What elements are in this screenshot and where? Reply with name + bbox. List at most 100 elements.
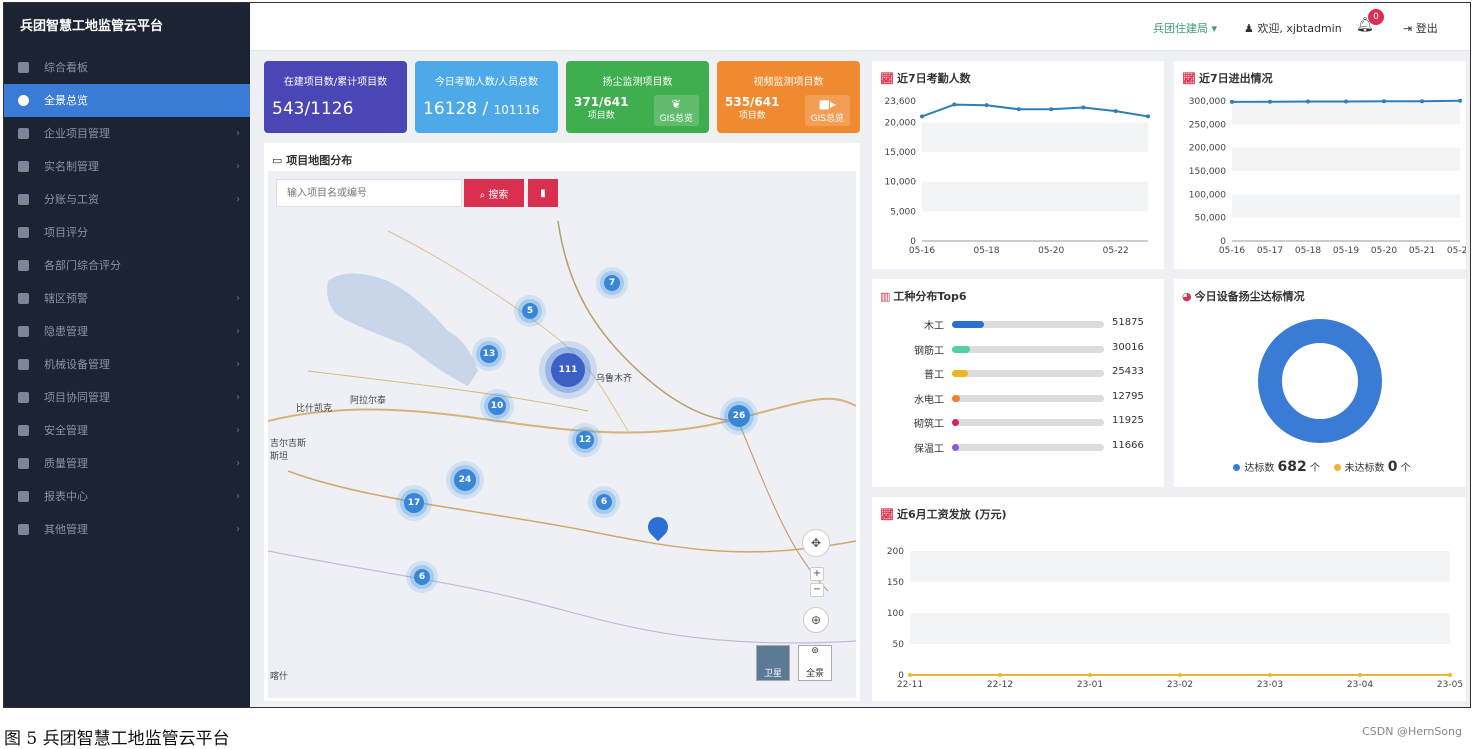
sidebar-item[interactable]: 全景总览 xyxy=(4,84,250,117)
chevron-right-icon: › xyxy=(236,359,240,370)
panel-title-text: 工种分布Top6 xyxy=(893,290,967,303)
card-title: 在建项目数/累计项目数 xyxy=(283,77,388,88)
sidebar-item-label: 企业项目管理 xyxy=(44,127,110,140)
sidebar-item[interactable]: 企业项目管理 › xyxy=(4,117,250,150)
sidebar-item[interactable]: 实名制管理 › xyxy=(4,150,250,183)
sidebar-item[interactable]: 隐患管理 › xyxy=(4,315,250,348)
satellite-view-button[interactable]: 卫星 xyxy=(756,645,790,681)
place-label: 乌鲁木齐 xyxy=(596,374,633,384)
bar-fill xyxy=(952,370,968,377)
data-point xyxy=(1306,99,1310,104)
legend-label: 未达标数 xyxy=(1344,463,1385,474)
grid-band xyxy=(1232,101,1460,125)
bar-label: 钢筋工 xyxy=(914,345,944,357)
road-line xyxy=(268,550,856,644)
attendance-chart: 05,00010,00015,00020,00023,60005-16 05-18… xyxy=(885,97,1150,256)
card-value: 543/1126 xyxy=(272,99,354,119)
credit-text: CSDN @HernSong xyxy=(1362,725,1462,738)
legend-dot xyxy=(1333,464,1341,471)
sidebar-item[interactable]: 机械设备管理 › xyxy=(4,348,250,381)
sidebar-item[interactable]: 其他管理 › xyxy=(4,513,250,546)
x-tick-label: 05-18 xyxy=(973,246,999,256)
chevron-right-icon: › xyxy=(236,161,240,172)
gis-label: GIS总览 xyxy=(659,114,693,124)
menu-icon xyxy=(18,392,29,403)
map-title: ▭ 项目地图分布 xyxy=(272,152,352,168)
wages-chart-panel: 📈︎ 近6月工资发放 (万元) 0 50 100 150 200 22-11 22-12 23-… xyxy=(872,497,1466,701)
x-tick-label: 23-02 xyxy=(1167,680,1193,690)
card-video-monitor[interactable]: 视频监测项目数 535/641 项目数 ■▸ GIS总览 xyxy=(717,61,860,133)
x-tick-label: 05-19 xyxy=(1333,246,1359,256)
dust-legend: 达标数 682 个 未达标数 0 个 xyxy=(1174,459,1466,475)
cluster-marker[interactable]: 111 xyxy=(551,353,585,387)
menu-icon xyxy=(18,227,29,238)
bar-row: 木工 51875 xyxy=(872,317,1164,333)
cluster-marker[interactable]: 12 xyxy=(576,431,594,449)
x-tick-label: 23-04 xyxy=(1347,680,1373,690)
dust-chart-panel: ◕ 今日设备扬尘达标情况 达标数 682 个 未达标数 0 个 xyxy=(1174,279,1466,487)
logout-label: 登出 xyxy=(1415,22,1438,35)
grid-band xyxy=(922,181,1148,212)
card-attendance[interactable]: 今日考勤人数/人员总数 16128 / 101116 xyxy=(415,61,558,133)
cluster-marker[interactable]: 6 xyxy=(596,494,612,510)
bar-fill xyxy=(952,321,984,328)
bar-track xyxy=(952,394,1104,402)
sidebar-item[interactable]: 分账与工资 › xyxy=(4,183,250,216)
data-point xyxy=(1178,673,1182,677)
card-dust-monitor[interactable]: 扬尘监测项目数 371/641 项目数 ❦ GIS总览 xyxy=(566,61,709,133)
zoom-out-button[interactable]: − xyxy=(810,583,824,597)
data-point xyxy=(998,673,1002,677)
card-title: 扬尘监测项目数 xyxy=(602,77,673,88)
map-search-input[interactable] xyxy=(276,179,462,207)
bar-fill xyxy=(952,394,960,402)
pan-control-icon[interactable]: ✥ xyxy=(802,529,830,557)
sidebar-item[interactable]: 安全管理 › xyxy=(4,414,250,447)
panorama-view-button[interactable]: ⊚ 全景 xyxy=(798,645,832,681)
sidebar-item[interactable]: 综合看板 xyxy=(4,51,250,84)
cluster-marker[interactable]: 24 xyxy=(454,469,476,491)
data-point xyxy=(1344,99,1348,104)
cluster-marker[interactable]: 6 xyxy=(414,569,430,585)
gis-label: GIS总览 xyxy=(810,114,844,124)
x-tick-label: 22-12 xyxy=(987,680,1013,690)
pie-slice xyxy=(1258,319,1382,443)
x-tick-label: 23-05 xyxy=(1437,680,1463,690)
user-menu[interactable]: ♟ 欢迎, xjbtadmin xyxy=(1244,20,1342,36)
logout-button[interactable]: ⇥ 登出 xyxy=(1403,20,1438,36)
map-delete-button[interactable]: ▮ xyxy=(528,179,558,207)
bar-track xyxy=(952,345,1104,353)
lake-shape xyxy=(327,273,478,386)
card-value-main: 16128 / xyxy=(423,99,489,119)
chevron-right-icon: › xyxy=(236,326,240,337)
bar-track xyxy=(952,443,1104,451)
bar-label: 普工 xyxy=(924,370,944,381)
card-title: 今日考勤人数/人员总数 xyxy=(434,77,539,88)
map-search-button[interactable]: ⌕ 搜索 xyxy=(464,179,524,207)
gis-button[interactable]: ❦ GIS总览 xyxy=(653,95,699,126)
cluster-marker[interactable]: 13 xyxy=(480,345,498,363)
cluster-marker[interactable]: 17 xyxy=(404,493,424,513)
sidebar-item[interactable]: 各部门综合评分 xyxy=(4,249,250,282)
data-point xyxy=(1081,105,1086,110)
sidebar-item[interactable]: 项目评分 xyxy=(4,216,250,249)
cluster-marker[interactable]: 7 xyxy=(604,275,620,291)
sidebar-item-label: 综合看板 xyxy=(44,61,88,74)
org-dropdown[interactable]: 兵团住建局 ▾ xyxy=(1153,20,1217,36)
menu-icon xyxy=(18,95,29,106)
card-value-num: 371/641 xyxy=(574,95,629,109)
wages-chart: 05010015020022-11 22-12 23-01 23-02 23-03 23-… xyxy=(887,547,1463,690)
sidebar-item[interactable]: 项目协同管理 › xyxy=(4,381,250,414)
card-value-num: 535/641 xyxy=(725,95,780,109)
sidebar-item[interactable]: 报表中心 › xyxy=(4,480,250,513)
cluster-marker[interactable]: 10 xyxy=(488,397,506,415)
map-canvas[interactable]: ⌕ 搜索 ▮ 乌鲁木齐 阿拉尔泰 比什凯克 吉尔吉斯斯坦 喀什 111 7 5 … xyxy=(268,171,856,698)
locate-icon[interactable]: ⊕ xyxy=(803,607,829,633)
card-active-projects[interactable]: 在建项目数/累计项目数 543/1126 xyxy=(264,61,407,133)
sidebar-item[interactable]: 辖区预警 › xyxy=(4,282,250,315)
zoom-in-button[interactable]: + xyxy=(810,567,824,581)
cluster-marker[interactable]: 26 xyxy=(728,405,750,427)
cluster-marker[interactable]: 5 xyxy=(522,303,538,319)
bar-value: 12795 xyxy=(1112,390,1144,402)
sidebar-item[interactable]: 质量管理 › xyxy=(4,447,250,480)
gis-button[interactable]: ■▸ GIS总览 xyxy=(804,95,850,126)
